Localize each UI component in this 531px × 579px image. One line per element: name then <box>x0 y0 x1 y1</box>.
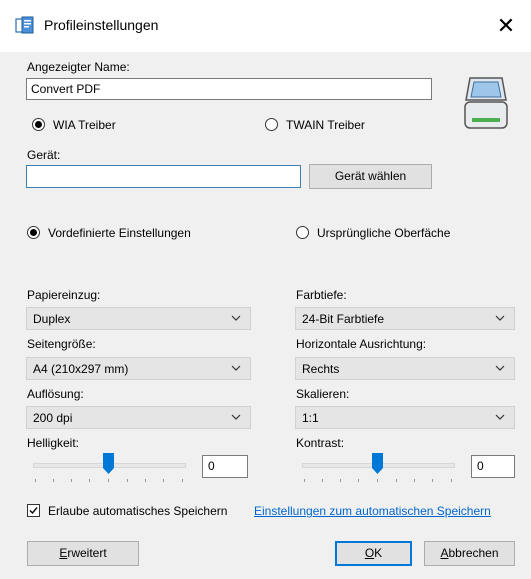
page-size-label: Seitengröße: <box>27 337 96 351</box>
predefined-settings-label: Vordefinierte Einstellungen <box>48 226 191 240</box>
twain-driver-radio[interactable] <box>265 118 278 131</box>
autosave-settings-link[interactable]: Einstellungen zum automatischen Speicher… <box>254 504 491 518</box>
scale-value: 1:1 <box>302 411 319 425</box>
autosave-label: Erlaube automatisches Speichern <box>48 504 228 518</box>
display-name-label: Angezeigter Name: <box>27 60 130 74</box>
checkmark-icon <box>29 507 38 515</box>
chevron-down-icon <box>495 365 505 371</box>
wia-driver-radio[interactable] <box>32 118 45 131</box>
page-size-select[interactable]: A4 (210x297 mm) <box>26 357 251 380</box>
brightness-value-field[interactable]: 0 <box>202 455 248 478</box>
advanced-button[interactable]: Erweitert <box>27 541 139 566</box>
paper-feed-label: Papiereinzug: <box>27 288 101 302</box>
predefined-settings-radio[interactable] <box>27 226 40 239</box>
contrast-label: Kontrast: <box>296 436 345 450</box>
paper-feed-value: Duplex <box>33 312 71 326</box>
contrast-ticks <box>304 479 452 482</box>
ok-accesskey: O <box>364 546 375 560</box>
paper-feed-select[interactable]: Duplex <box>26 307 251 330</box>
horizontal-align-label: Horizontale Ausrichtung: <box>296 337 427 351</box>
device-input[interactable] <box>26 165 301 188</box>
horizontal-align-value: Rechts <box>302 362 340 376</box>
window-title: Profileinstellungen <box>44 17 159 33</box>
color-depth-select[interactable]: 24-Bit Farbtiefe <box>295 307 515 330</box>
native-ui-radio[interactable] <box>296 226 309 239</box>
twain-driver-label: TWAIN Treiber <box>286 118 365 132</box>
scale-label: Skalieren: <box>296 387 350 401</box>
ok-button[interactable]: OK <box>335 541 412 566</box>
brightness-slider[interactable] <box>33 452 186 486</box>
chevron-down-icon <box>495 414 505 420</box>
chevron-down-icon <box>231 414 241 420</box>
color-depth-value: 24-Bit Farbtiefe <box>302 312 385 326</box>
scale-select[interactable]: 1:1 <box>295 406 515 429</box>
resolution-select[interactable]: 200 dpi <box>26 406 251 429</box>
cancel-label-rest: bbrechen <box>448 546 499 560</box>
scanner-profile-icon <box>15 16 34 34</box>
resolution-label: Auflösung: <box>27 387 84 401</box>
horizontal-align-select[interactable]: Rechts <box>295 357 515 380</box>
cancel-button[interactable]: Abbrechen <box>424 541 515 566</box>
resolution-value: 200 dpi <box>33 411 73 425</box>
autosave-checkbox[interactable] <box>27 504 40 517</box>
display-name-input[interactable] <box>26 78 432 100</box>
ok-label-rest: K <box>374 546 383 560</box>
brightness-ticks <box>35 479 183 482</box>
close-button[interactable]: ✕ <box>486 8 526 44</box>
chevron-down-icon <box>231 315 241 321</box>
contrast-slider[interactable] <box>302 452 455 486</box>
scanner-icon <box>464 77 508 129</box>
choose-device-button[interactable]: Gerät wählen <box>309 164 432 189</box>
page-size-value: A4 (210x297 mm) <box>33 362 129 376</box>
native-ui-label: Ursprüngliche Oberfäche <box>317 226 451 240</box>
color-depth-label: Farbtiefe: <box>296 288 347 302</box>
brightness-label: Helligkeit: <box>27 436 80 450</box>
brightness-thumb[interactable] <box>103 453 114 475</box>
dialog-body: Angezeigter Name: WIA Treiber TWAIN Trei… <box>0 52 531 579</box>
contrast-value-field[interactable]: 0 <box>471 455 515 478</box>
chevron-down-icon <box>231 365 241 371</box>
contrast-thumb[interactable] <box>372 453 383 475</box>
advanced-label-rest: rweitert <box>67 546 107 560</box>
device-label: Gerät: <box>27 148 61 162</box>
chevron-down-icon <box>495 315 505 321</box>
wia-driver-label: WIA Treiber <box>53 118 116 132</box>
title-bar: Profileinstellungen ✕ <box>0 0 531 52</box>
